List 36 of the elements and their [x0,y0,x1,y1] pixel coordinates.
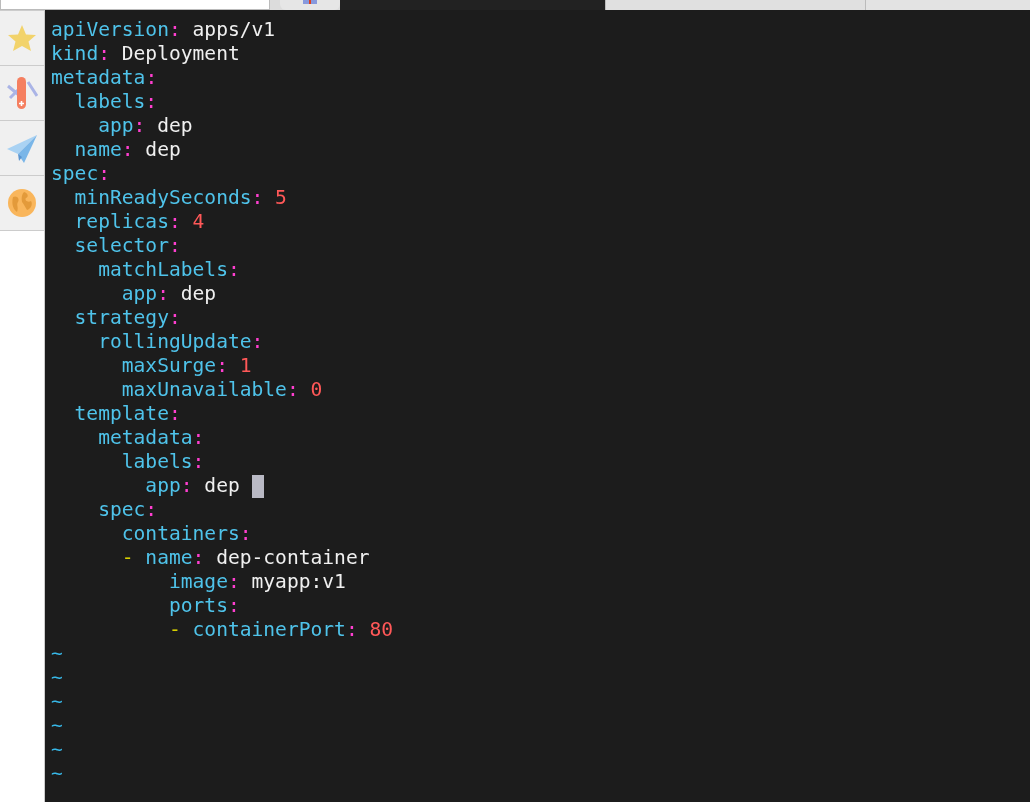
star-icon[interactable] [7,24,37,52]
code-line: replicas: 4 [73,210,205,234]
code-line: app: dep [120,282,217,306]
code-line: spec: [51,162,110,186]
paper-plane-icon[interactable] [6,132,38,164]
empty-line-tilde: ~ [51,690,63,714]
code-line: app: dep [144,474,240,498]
globe-icon[interactable] [7,188,37,218]
code-line: metadata: [97,426,205,450]
code-line: maxSurge: 1 [120,354,252,378]
empty-line-tilde: ~ [51,762,63,786]
code-line: selector: [73,234,181,258]
code-line: strategy: [73,306,181,330]
code-line: labels: [73,90,158,114]
code-line: rollingUpdate: [97,330,264,354]
empty-line-tilde: ~ [51,666,63,690]
code-line: template: [73,402,181,426]
code-line: kind: Deployment [51,42,240,66]
pocket-knife-icon[interactable] [6,76,38,110]
empty-line-tilde: ~ [51,642,63,666]
code-line: image: myapp:v1 [167,570,346,594]
code-line: name: dep [73,138,181,162]
code-line: spec: [97,498,158,522]
code-line: app: dep [97,114,193,138]
empty-line-tilde: ~ [51,738,63,762]
code-line: maxUnavailable: 0 [120,378,323,402]
code-line: minReadySeconds: 5 [73,186,287,210]
code-line: matchLabels: [97,258,240,282]
code-line: apiVersion: apps/v1 [51,18,276,42]
code-line: labels: [120,450,205,474]
code-line: ports: [167,594,240,618]
code-line: - name: dep-container [120,546,370,570]
code-line: - containerPort: 80 [167,618,394,642]
code-line: metadata: [51,66,158,90]
empty-line-tilde: ~ [51,714,63,738]
code-line: containers: [120,522,252,546]
